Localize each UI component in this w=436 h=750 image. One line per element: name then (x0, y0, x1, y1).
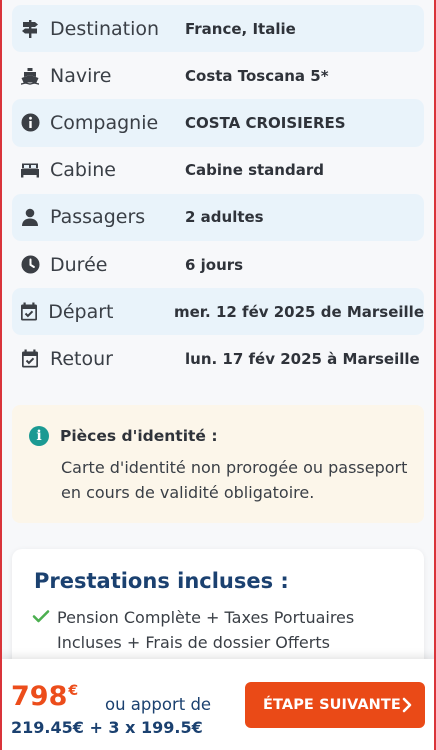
detail-value: 6 jours (185, 255, 244, 274)
check-icon (32, 607, 50, 625)
detail-row-destination: Destination France, Italie (12, 5, 424, 53)
detail-label: Destination (50, 17, 160, 40)
detail-row-depart: Départ mer. 12 fév 2025 de Marseille (12, 288, 424, 336)
bed-icon (17, 158, 43, 182)
detail-label: Départ (48, 300, 114, 323)
info-icon (17, 111, 43, 135)
detail-value: Costa Toscana 5* (185, 66, 329, 85)
included-item: Pension Complète + Taxes Portuaires Incl… (57, 608, 355, 652)
detail-value: lun. 17 fév 2025 à Marseille (185, 349, 420, 368)
detail-value: COSTA CROISIERES (185, 113, 346, 132)
price-currency: € (68, 683, 79, 699)
detail-label: Compagnie (50, 111, 159, 134)
detail-label: Durée (50, 253, 108, 276)
included-title: Prestations incluses : (34, 569, 289, 593)
calendar-check-icon (17, 300, 41, 324)
detail-label: Passagers (50, 206, 146, 229)
detail-value: mer. 12 fév 2025 de Marseille (173, 302, 424, 321)
detail-value: 2 adultes (185, 208, 264, 227)
detail-row-retour: Retour lun. 17 fév 2025 à Marseille (12, 335, 424, 382)
detail-row-compagnie: Compagnie COSTA CROISIERES (12, 99, 424, 147)
user-icon (17, 205, 43, 229)
detail-row-passagers: Passagers 2 adultes (12, 193, 424, 241)
detail-value: France, Italie (185, 19, 296, 38)
info-icon: i (29, 426, 49, 446)
price-amount: 798 (11, 681, 68, 712)
signpost-icon (17, 17, 43, 41)
apport-label: ou apport de (105, 695, 212, 714)
detail-row-duree: Durée 6 jours (12, 241, 424, 288)
detail-label: Navire (50, 64, 112, 87)
detail-row-navire: Navire Costa Toscana 5* (12, 52, 424, 99)
clock-icon (17, 253, 43, 277)
detail-row-cabine: Cabine Cabine standard (12, 147, 424, 194)
next-step-label: ÉTAPE SUIVANTE (263, 697, 401, 713)
booking-footer: 798€ ou apport de 219.45€ + 3 x 199.5€ É… (0, 659, 436, 750)
identity-documents-notice: i Pièces d'identité : Carte d'identité n… (12, 405, 424, 523)
cruise-details-list: Destination France, Italie Navire Costa … (12, 5, 424, 383)
total-price: 798€ (11, 681, 78, 712)
calendar-check-icon (17, 347, 43, 371)
ship-icon (17, 64, 43, 88)
detail-label: Retour (50, 347, 113, 370)
payment-terms: 219.45€ + 3 x 199.5€ (11, 718, 203, 737)
notice-body: Carte d'identité non prorogée ou passepo… (61, 458, 408, 502)
detail-label: Cabine (50, 159, 116, 182)
notice-title: Pièces d'identité : (60, 427, 218, 445)
detail-value: Cabine standard (185, 161, 324, 180)
chevron-right-icon (402, 697, 412, 717)
next-step-button[interactable]: ÉTAPE SUIVANTE (245, 682, 425, 728)
